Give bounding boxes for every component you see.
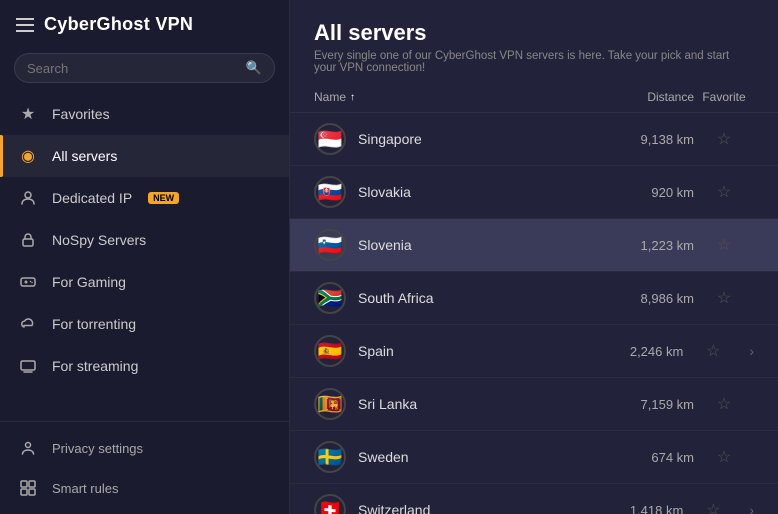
search-icon: 🔍	[246, 60, 262, 76]
hamburger-menu[interactable]	[16, 18, 34, 32]
flag-icon: 🇸🇮	[314, 229, 346, 261]
star-empty-icon[interactable]: ☆	[717, 182, 731, 202]
lock-icon	[18, 230, 38, 250]
nav-items: ★ Favorites ◉ All servers Dedicated IP N…	[0, 93, 289, 421]
page-title: All servers	[314, 20, 754, 46]
table-row[interactable]: 🇸🇮 Slovenia 1,223 km ☆	[290, 219, 778, 272]
favorite-toggle[interactable]: ☆	[694, 394, 754, 414]
dedicated-ip-icon	[18, 188, 38, 208]
table-row[interactable]: 🇿🇦 South Africa 8,986 km ☆	[290, 272, 778, 325]
favorite-toggle[interactable]: ☆	[683, 500, 743, 514]
col-favorite-header: Favorite	[694, 90, 754, 104]
server-distance: 1,418 km	[593, 503, 683, 514]
sidebar-item-label: All servers	[52, 148, 117, 164]
app-title: CyberGhost VPN	[44, 14, 193, 35]
new-badge: NEW	[148, 192, 179, 204]
flag-icon: 🇸🇪	[314, 441, 346, 473]
sort-asc-icon: ↑	[350, 92, 355, 103]
sidebar-item-smart-rules[interactable]: Smart rules	[0, 468, 289, 508]
star-empty-icon[interactable]: ☆	[717, 447, 731, 467]
sidebar-item-favorites[interactable]: ★ Favorites	[0, 93, 289, 135]
flag-icon: 🇪🇸	[314, 335, 346, 367]
sidebar-item-for-torrenting[interactable]: For torrenting	[0, 303, 289, 345]
sidebar-item-label: Smart rules	[52, 481, 118, 496]
server-distance: 674 km	[604, 450, 694, 465]
favorite-toggle[interactable]: ☆	[694, 288, 754, 308]
table-row[interactable]: 🇪🇸 Spain 2,246 km ☆ ›	[290, 325, 778, 378]
search-box[interactable]: 🔍	[14, 53, 275, 83]
sidebar-item-all-servers[interactable]: ◉ All servers	[0, 135, 289, 177]
server-distance: 9,138 km	[604, 132, 694, 147]
server-distance: 1,223 km	[604, 238, 694, 253]
sidebar-item-label: For streaming	[52, 358, 138, 374]
chevron-right-icon: ›	[749, 343, 754, 359]
favorite-toggle[interactable]: ☆	[694, 235, 754, 255]
favorite-toggle[interactable]: ☆	[683, 341, 743, 361]
server-distance: 8,986 km	[604, 291, 694, 306]
star-empty-icon[interactable]: ☆	[706, 341, 720, 361]
star-icon: ★	[18, 104, 38, 124]
sidebar-item-nospy-servers[interactable]: NoSpy Servers	[0, 219, 289, 261]
all-servers-icon: ◉	[18, 146, 38, 166]
server-name: Sweden	[358, 449, 604, 465]
sidebar-header: CyberGhost VPN	[0, 0, 289, 49]
star-empty-icon[interactable]: ☆	[717, 394, 731, 414]
favorite-toggle[interactable]: ☆	[694, 182, 754, 202]
star-empty-icon[interactable]: ☆	[706, 500, 720, 514]
star-empty-icon[interactable]: ☆	[717, 235, 731, 255]
cloud-icon	[18, 314, 38, 334]
grid-icon	[18, 478, 38, 498]
table-header: Name ↑ Distance Favorite	[290, 82, 778, 113]
server-name: Spain	[358, 343, 593, 359]
page-subtitle: Every single one of our CyberGhost VPN s…	[314, 50, 754, 74]
server-distance: 920 km	[604, 185, 694, 200]
sidebar-item-privacy-settings[interactable]: Privacy settings	[0, 428, 289, 468]
server-name: Switzerland	[358, 502, 593, 514]
server-name: Singapore	[358, 131, 604, 147]
sidebar-item-for-streaming[interactable]: For streaming	[0, 345, 289, 387]
col-name-header[interactable]: Name ↑	[314, 90, 604, 104]
sidebar-item-label: Dedicated IP	[52, 190, 132, 206]
col-name-label: Name	[314, 90, 346, 104]
table-row[interactable]: 🇸🇰 Slovakia 920 km ☆	[290, 166, 778, 219]
server-name: South Africa	[358, 290, 604, 306]
sidebar: CyberGhost VPN 🔍 ★ Favorites ◉ All serve…	[0, 0, 290, 514]
flag-icon: 🇨🇭	[314, 494, 346, 514]
sidebar-item-for-gaming[interactable]: For Gaming	[0, 261, 289, 303]
star-empty-icon[interactable]: ☆	[717, 288, 731, 308]
flag-icon: 🇸🇬	[314, 123, 346, 155]
main-header: All servers Every single one of our Cybe…	[290, 0, 778, 82]
gaming-icon	[18, 272, 38, 292]
streaming-icon	[18, 356, 38, 376]
main-content: All servers Every single one of our Cybe…	[290, 0, 778, 514]
person-icon	[18, 438, 38, 458]
chevron-right-icon: ›	[749, 502, 754, 514]
sidebar-item-label: Privacy settings	[52, 441, 143, 456]
table-row[interactable]: 🇸🇪 Sweden 674 km ☆	[290, 431, 778, 484]
sidebar-item-label: For Gaming	[52, 274, 126, 290]
sidebar-item-dedicated-ip[interactable]: Dedicated IP NEW	[0, 177, 289, 219]
star-empty-icon[interactable]: ☆	[717, 129, 731, 149]
flag-icon: 🇱🇰	[314, 388, 346, 420]
sidebar-item-label: For torrenting	[52, 316, 136, 332]
table-row[interactable]: 🇨🇭 Switzerland 1,418 km ☆ ›	[290, 484, 778, 514]
favorite-toggle[interactable]: ☆	[694, 447, 754, 467]
table-row[interactable]: 🇸🇬 Singapore 9,138 km ☆	[290, 113, 778, 166]
server-name: Slovenia	[358, 237, 604, 253]
server-list: 🇸🇬 Singapore 9,138 km ☆ 🇸🇰 Slovakia 920 …	[290, 113, 778, 514]
server-distance: 7,159 km	[604, 397, 694, 412]
sidebar-item-label: Favorites	[52, 106, 110, 122]
flag-icon: 🇸🇰	[314, 176, 346, 208]
server-name: Sri Lanka	[358, 396, 604, 412]
col-distance-header: Distance	[604, 90, 694, 104]
favorite-toggle[interactable]: ☆	[694, 129, 754, 149]
search-input[interactable]	[27, 61, 238, 76]
table-row[interactable]: 🇱🇰 Sri Lanka 7,159 km ☆	[290, 378, 778, 431]
sidebar-item-label: NoSpy Servers	[52, 232, 146, 248]
server-name: Slovakia	[358, 184, 604, 200]
server-distance: 2,246 km	[593, 344, 683, 359]
flag-icon: 🇿🇦	[314, 282, 346, 314]
sidebar-bottom: Privacy settings Smart rules	[0, 421, 289, 514]
